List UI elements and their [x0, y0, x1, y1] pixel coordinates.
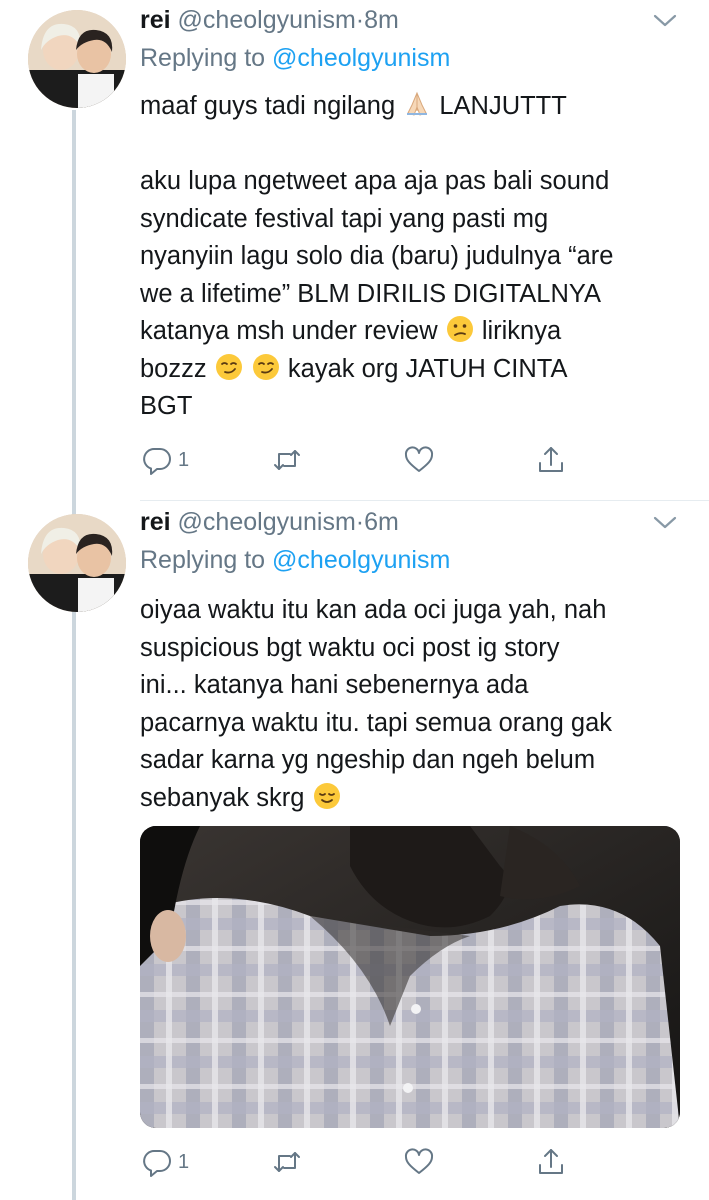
timestamp[interactable]: 8m	[364, 6, 399, 34]
reply-count: 1	[178, 1150, 190, 1173]
tweet-divider	[140, 500, 709, 501]
retweet-button[interactable]	[270, 1142, 304, 1182]
tweet[interactable]: rei @cheolgyunism·8m Replying to @cheolg…	[0, 0, 709, 500]
retweet-icon	[274, 1152, 300, 1172]
user-handle[interactable]: @cheolgyunism	[178, 6, 356, 34]
chevron-down-icon[interactable]	[651, 510, 679, 534]
avatar[interactable]	[28, 10, 126, 108]
tweet[interactable]: rei @cheolgyunism·6m Replying to @cheolg…	[0, 502, 709, 1200]
smirk-face-emoji-icon	[215, 353, 242, 380]
like-button[interactable]	[402, 1142, 436, 1182]
tweet-text: oiyaa waktu itu kan ada oci juga yah, na…	[140, 592, 680, 817]
user-handle[interactable]: @cheolgyunism	[178, 508, 356, 536]
tweet-header: rei @cheolgyunism·6m	[140, 508, 679, 544]
reply-count: 1	[178, 448, 190, 471]
reply-button[interactable]: 1	[140, 440, 189, 480]
reply-icon	[143, 448, 171, 475]
display-name[interactable]: rei	[140, 6, 171, 34]
share-icon	[539, 1149, 563, 1174]
tweet-text-line1a: maaf guys tadi ngilang	[140, 92, 403, 120]
replying-to: Replying to @cheolgyunism	[140, 44, 450, 73]
replying-prefix: Replying to	[140, 546, 266, 574]
tweet-header: rei @cheolgyunism·8m	[140, 6, 679, 42]
replying-to-link[interactable]: @cheolgyunism	[272, 44, 450, 72]
heart-icon	[404, 1148, 434, 1174]
heart-icon	[404, 446, 434, 472]
smirk-face-emoji-icon	[252, 353, 279, 380]
retweet-button[interactable]	[270, 440, 304, 480]
reply-icon	[143, 1150, 171, 1177]
tweet-text-a: oiyaa waktu itu kan ada oci juga yah, na…	[140, 596, 613, 812]
confused-face-emoji-icon	[446, 316, 473, 342]
separator: ·	[355, 6, 365, 34]
relieved-face-emoji-icon	[313, 782, 340, 809]
replying-to-link[interactable]: @cheolgyunism	[272, 546, 450, 574]
replying-prefix: Replying to	[140, 44, 266, 72]
tweet-actions: 1	[140, 440, 580, 480]
replying-to: Replying to @cheolgyunism	[140, 546, 450, 575]
tweet-actions: 1	[140, 1142, 580, 1182]
share-button[interactable]	[534, 440, 568, 480]
timestamp[interactable]: 6m	[364, 508, 399, 536]
share-button[interactable]	[534, 1142, 568, 1182]
separator: ·	[355, 508, 365, 536]
retweet-icon	[274, 450, 300, 470]
share-icon	[539, 447, 563, 472]
display-name[interactable]: rei	[140, 508, 171, 536]
tweet-media-image[interactable]	[140, 826, 680, 1128]
chevron-down-icon[interactable]	[651, 8, 679, 32]
like-button[interactable]	[402, 440, 436, 480]
reply-button[interactable]: 1	[140, 1142, 189, 1182]
tweet-text-line1b: LANJUTTT	[432, 92, 567, 120]
tweet-text: maaf guys tadi ngilang LANJUTTT aku lupa…	[140, 88, 680, 426]
avatar[interactable]	[28, 514, 126, 612]
folded-hands-emoji-icon	[407, 91, 428, 116]
